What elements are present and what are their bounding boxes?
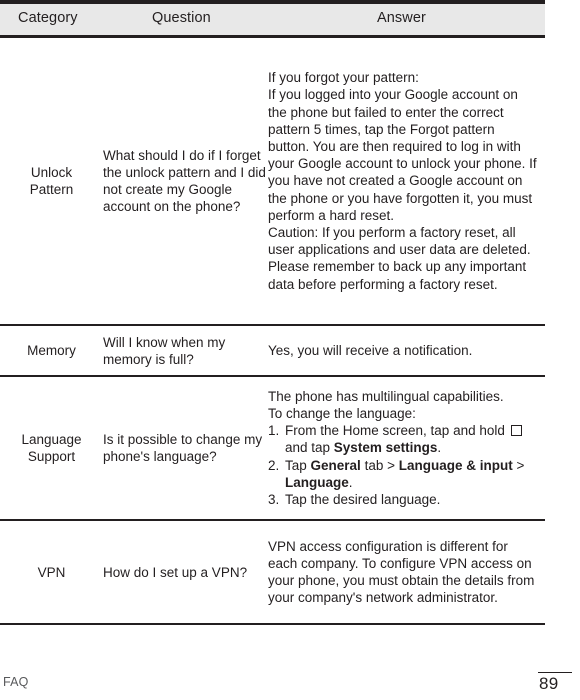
page-number: 89	[539, 674, 559, 693]
list-item: 2. Tap General tab > Language & input > L…	[268, 457, 539, 491]
cell-category: Memory	[27, 343, 76, 358]
column-header-category: Category	[18, 10, 78, 26]
answer-intro-line: To change the language:	[268, 405, 416, 421]
step-text: Tap the desired language.	[285, 492, 441, 507]
step-text: .	[437, 440, 442, 456]
step-emphasis: General	[310, 457, 361, 473]
cell-question: Will I know when my memory is full?	[103, 334, 226, 367]
answer-paragraph: If you logged into your Google account o…	[268, 87, 537, 223]
cell-category: VPN	[37, 564, 66, 580]
category-line: Support	[27, 449, 76, 464]
step-text: >	[512, 457, 525, 473]
recent-apps-square-key-icon	[510, 425, 522, 437]
cell-question: How do I set up a VPN?	[103, 564, 248, 580]
step-number: 1.	[268, 423, 280, 439]
cell-category: Unlock Pattern	[0, 164, 103, 198]
step-number: 2.	[268, 457, 280, 473]
cell-answer: VPN access configuration is different fo…	[268, 538, 545, 607]
cell-question: Is it possible to change my phone's lang…	[103, 432, 263, 464]
step-emphasis: Language	[285, 474, 349, 490]
answer-intro-line: The phone has multilingual capabilities.	[268, 388, 504, 404]
table-header-row: Category Question Answer	[0, 0, 545, 38]
answer-paragraph: Caution: If you perform a factory reset,…	[268, 225, 531, 292]
list-item: 3. Tap the desired language.	[268, 491, 539, 508]
column-header-answer: Answer	[377, 10, 426, 26]
table-row: VPN How do I set up a VPN? VPN access co…	[0, 521, 545, 625]
step-text: and tap	[285, 440, 334, 456]
category-line: Language	[21, 432, 82, 447]
answer-paragraph: If you forgot your pattern:	[268, 70, 419, 86]
page-number-block: 89	[536, 672, 574, 694]
answer-paragraph: VPN access configuration is different fo…	[268, 538, 535, 606]
cell-answer: If you forgot your pattern: If you logge…	[268, 67, 545, 295]
cell-question: What should I do if I forget the unlock …	[103, 148, 266, 214]
step-text: tab >	[360, 457, 399, 473]
category-line: Pattern	[29, 182, 74, 197]
category-line: Unlock	[30, 165, 73, 180]
step-text: Tap	[285, 457, 311, 473]
answer-step-list: 1. From the Home screen, tap and hold and…	[268, 422, 539, 508]
answer-paragraph: Yes, you will receive a notification.	[268, 342, 473, 358]
table-row: Language Support Is it possible to chang…	[0, 377, 545, 521]
step-text: .	[348, 474, 353, 490]
faq-table: Category Question Answer Unlock Pattern …	[0, 0, 545, 625]
step-emphasis: Language & input	[398, 457, 513, 473]
cell-category: Language Support	[0, 431, 103, 465]
cell-answer: The phone has multilingual capabilities.…	[268, 388, 545, 508]
step-text: From the Home screen, tap and hold	[285, 423, 509, 439]
table-row: Memory Will I know when my memory is ful…	[0, 326, 545, 377]
list-item: 1. From the Home screen, tap and hold and…	[268, 422, 539, 456]
table-row: Unlock Pattern What should I do if I for…	[0, 38, 545, 326]
step-number: 3.	[268, 492, 280, 507]
footer-section-label: FAQ	[3, 675, 29, 689]
step-emphasis: System settings	[333, 440, 438, 456]
page-number-rule	[538, 672, 572, 673]
cell-answer: Yes, you will receive a notification.	[268, 342, 545, 359]
column-header-question: Question	[152, 10, 211, 26]
